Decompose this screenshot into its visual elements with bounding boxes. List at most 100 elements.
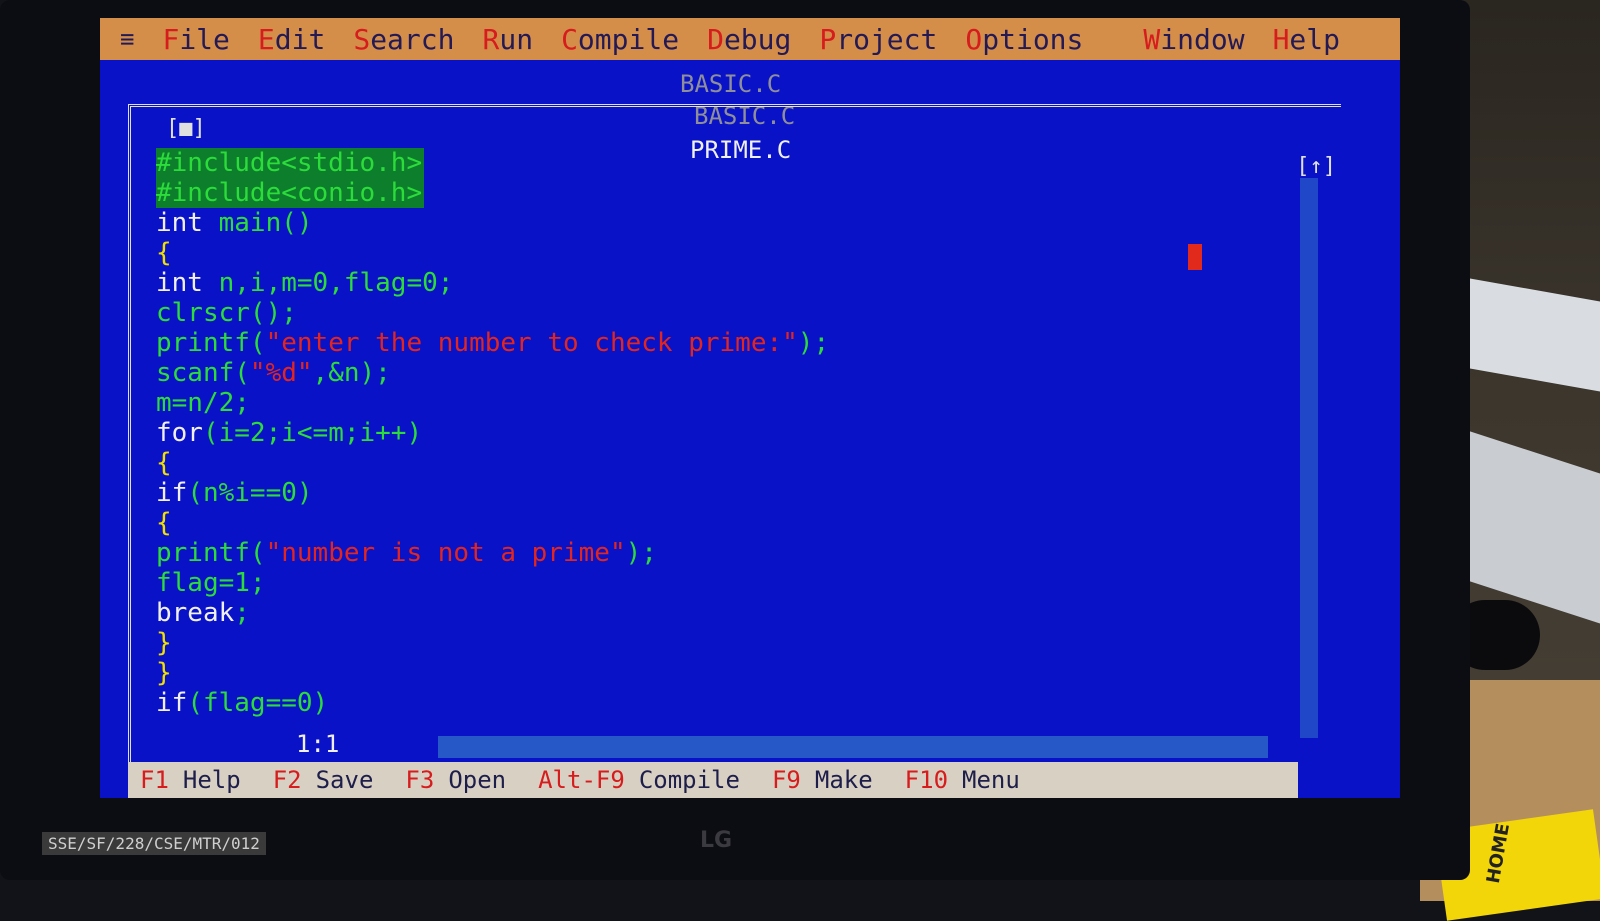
code-token: ); [797, 328, 830, 358]
status-label-menu[interactable]: Menu [962, 766, 1020, 794]
menu-label: ebug [723, 22, 792, 56]
code-token: scanf( [156, 358, 250, 388]
menu-hotkey: P [819, 22, 837, 56]
menu-item-window[interactable]: Window [1143, 23, 1244, 56]
code-line[interactable]: flag=1; [156, 568, 1296, 598]
menu-label: earch [370, 22, 455, 56]
menu-hotkey: H [1272, 22, 1290, 56]
menu-hotkey: R [482, 22, 500, 56]
menu-hotkey: F [162, 22, 180, 56]
code-token: } [156, 628, 172, 658]
menu-hotkey: W [1143, 22, 1161, 56]
code-token: printf( [156, 538, 266, 568]
code-token: clrscr(); [156, 298, 297, 328]
background-window-title-1[interactable]: BASIC.C [680, 70, 781, 98]
status-key-f1[interactable]: F1 [140, 766, 169, 794]
code-token: ); [625, 538, 657, 568]
status-key-f2[interactable]: F2 [273, 766, 302, 794]
code-token: int [156, 268, 219, 298]
code-token: #include<stdio.h> [156, 148, 425, 178]
code-line[interactable]: m=n/2; [156, 388, 1296, 418]
menu-item-debug[interactable]: Debug [707, 23, 791, 56]
status-label-compile[interactable]: Compile [639, 766, 740, 794]
code-token: flag=1; [156, 568, 266, 598]
code-token: ; [234, 598, 250, 628]
code-token: "enter the number to check prime:" [265, 328, 798, 358]
code-line[interactable]: } [156, 658, 1296, 688]
code-token: } [156, 658, 172, 688]
menu-hotkey: D [707, 22, 724, 56]
menu-item-options[interactable]: Options [965, 23, 1083, 56]
status-label-save[interactable]: Save [316, 766, 374, 794]
status-key-alt-f9[interactable]: Alt-F9 [538, 766, 625, 794]
code-token: printf( [156, 328, 266, 358]
horizontal-scrollbar[interactable] [438, 736, 1268, 758]
status-label-help[interactable]: Help [183, 766, 241, 794]
menu-label: dit [274, 22, 326, 56]
window-zoom-button[interactable]: [↑] [1296, 154, 1336, 179]
code-line[interactable]: printf("enter the number to check prime:… [156, 328, 1296, 358]
window-close-button[interactable]: [■] [166, 116, 206, 141]
code-line[interactable]: scanf("%d",&n); [156, 358, 1296, 388]
status-label-open[interactable]: Open [448, 766, 506, 794]
code-token: int [156, 208, 219, 238]
menu-label: ile [179, 22, 230, 56]
menu-label: roject [836, 22, 938, 56]
status-label-make[interactable]: Make [815, 766, 873, 794]
code-line[interactable]: printf("number is not a prime"); [156, 538, 1296, 568]
menu-item-file[interactable]: File [162, 23, 229, 56]
code-line[interactable]: #include<stdio.h> [156, 148, 1296, 178]
code-token: { [156, 448, 172, 478]
menu-hotkey: S [353, 22, 371, 56]
menu-item-search[interactable]: Search [353, 23, 454, 56]
menu-bar: ≡ File Edit Search Run Compile Debug Project Op… [100, 18, 1400, 60]
code-token: if [156, 478, 188, 508]
code-token: ,&n); [312, 358, 391, 388]
code-line[interactable]: { [156, 448, 1296, 478]
menu-item-run[interactable]: Run [482, 23, 533, 56]
code-line[interactable]: if(flag==0) [156, 688, 1296, 718]
menu-item-help[interactable]: Help [1273, 23, 1340, 56]
status-key-f3[interactable]: F3 [405, 766, 434, 794]
code-token: "%d" [249, 358, 313, 388]
menu-hotkey: O [965, 22, 983, 56]
menu-label: elp [1289, 22, 1340, 56]
code-line[interactable]: int n,i,m=0,flag=0; [156, 268, 1296, 298]
status-key-f9[interactable]: F9 [772, 766, 801, 794]
menu-label: indow [1160, 22, 1245, 56]
menu-hotkey: E [257, 22, 275, 56]
code-line[interactable]: } [156, 628, 1296, 658]
menu-item-edit[interactable]: Edit [258, 23, 325, 56]
code-token: m=n/2; [156, 388, 250, 418]
menu-item-project[interactable]: Project [819, 23, 937, 56]
monitor-brand-logo: LG [700, 828, 733, 853]
sticky-note-text: HOME [1482, 821, 1515, 886]
code-token: { [156, 238, 172, 268]
status-key-f10[interactable]: F10 [905, 766, 948, 794]
code-token: { [156, 508, 172, 538]
code-line[interactable]: for(i=2;i<=m;i++) [156, 418, 1296, 448]
code-token: (n%i==0) [187, 478, 313, 508]
asset-tag-label: SSE/SF/228/CSE/MTR/012 [42, 832, 266, 855]
code-line[interactable]: break; [156, 598, 1296, 628]
code-line[interactable]: clrscr(); [156, 298, 1296, 328]
system-menu-icon[interactable]: ≡ [120, 25, 134, 53]
cursor-position: 1:1 [296, 730, 340, 758]
status-bar: F1 Help F2 Save F3 Open Alt-F9 Compile F9 Make F10… [128, 762, 1298, 798]
menu-item-compile[interactable]: Compile [561, 23, 679, 56]
text-cursor [1188, 244, 1202, 270]
code-token: (i=2;i<=m;i++) [202, 418, 423, 448]
code-token: break [156, 598, 235, 628]
menu-label: ptions [982, 22, 1084, 56]
code-line[interactable]: #include<conio.h> [156, 178, 1296, 208]
code-token: for [156, 418, 203, 448]
vertical-scrollbar[interactable] [1300, 178, 1318, 738]
code-line[interactable]: { [156, 238, 1296, 268]
menu-label: ompile [577, 22, 680, 56]
code-editor[interactable]: #include<stdio.h> #include<conio.h> int ma… [156, 148, 1296, 718]
code-line[interactable]: int main() [156, 208, 1296, 238]
code-line[interactable]: { [156, 508, 1296, 538]
menu-hotkey: C [561, 22, 578, 56]
code-token: n,i,m=0,flag=0; [218, 268, 454, 298]
code-line[interactable]: if(n%i==0) [156, 478, 1296, 508]
